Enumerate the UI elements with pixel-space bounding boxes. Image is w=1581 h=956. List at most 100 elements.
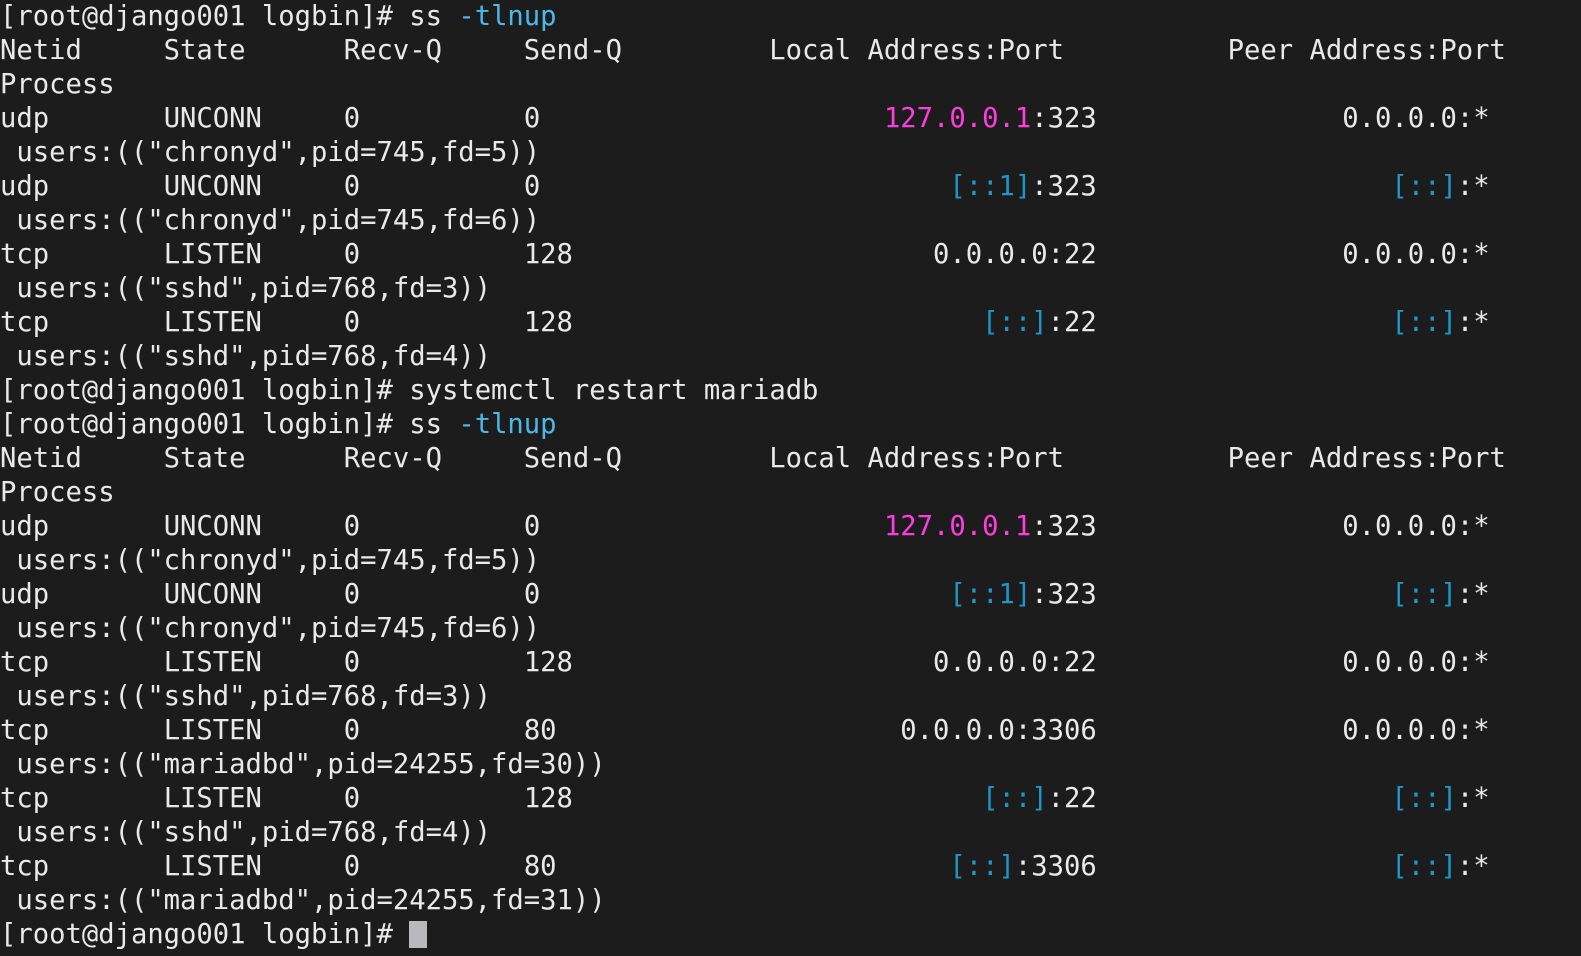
prompt-line: [root@django001 logbin]# ss -tlnup [0, 408, 1581, 442]
socket-row: tcp LISTEN 0 128 [::]:22 [::]:* [0, 306, 1581, 340]
cell-local-address: 127.0.0.1 [884, 103, 1031, 134]
cell-peer-address: 0.0.0.0 [1342, 715, 1457, 746]
cell-peer-address: 0.0.0.0 [1342, 511, 1457, 542]
command-text: ss [409, 409, 458, 440]
cell-spacer [1097, 851, 1392, 882]
cell-local-address: [::] [982, 307, 1047, 338]
cell-sendq: 0 [524, 579, 671, 610]
cell-recvq: 0 [344, 239, 524, 270]
cell-local-address: 0.0.0.0 [933, 239, 1048, 270]
cell-netid: tcp [0, 715, 164, 746]
cell-spacer [671, 647, 933, 678]
cell-netid: udp [0, 511, 164, 542]
cell-local-port: :22 [1048, 239, 1097, 270]
cell-local-address: [::1] [949, 579, 1031, 610]
cell-sendq: 0 [524, 511, 671, 542]
cell-spacer [671, 103, 884, 134]
text-cursor[interactable] [409, 921, 426, 948]
cell-recvq: 0 [344, 579, 524, 610]
header-text: Netid State Recv-Q Send-Q Local Address:… [0, 443, 1506, 474]
cell-state: LISTEN [164, 783, 344, 814]
cell-local-port: :22 [1048, 783, 1097, 814]
cell-peer-address: 0.0.0.0 [1342, 647, 1457, 678]
cell-netid: tcp [0, 783, 164, 814]
cell-spacer [671, 239, 933, 270]
output-text: users:(("chronyd",pid=745,fd=5)) [0, 137, 540, 168]
cell-local-port: :3306 [1015, 715, 1097, 746]
cell-recvq: 0 [344, 307, 524, 338]
process-users-line: users:(("mariadbd",pid=24255,fd=30)) [0, 748, 1581, 782]
cell-sendq: 80 [524, 715, 671, 746]
output-text: users:(("mariadbd",pid=24255,fd=30)) [0, 749, 606, 780]
process-users-line: users:(("chronyd",pid=745,fd=6)) [0, 204, 1581, 238]
cell-spacer [1097, 307, 1392, 338]
cell-sendq: 80 [524, 851, 671, 882]
cell-local-port: :3306 [1015, 851, 1097, 882]
output-text: users:(("chronyd",pid=745,fd=5)) [0, 545, 540, 576]
output-text: users:(("sshd",pid=768,fd=3)) [0, 681, 491, 712]
output-text: Process [0, 477, 115, 508]
cell-peer-port: :* [1457, 171, 1490, 202]
cell-spacer [1097, 579, 1392, 610]
cell-peer-address: [::] [1391, 307, 1456, 338]
cell-spacer [1097, 647, 1343, 678]
socket-row: udp UNCONN 0 0 127.0.0.1:323 0.0.0.0:* [0, 510, 1581, 544]
cell-local-port: :22 [1048, 647, 1097, 678]
terminal-screen[interactable]: [root@django001 logbin]# ss -tlnupNetid … [0, 0, 1581, 956]
socket-row: tcp LISTEN 0 80 [::]:3306 [::]:* [0, 850, 1581, 884]
cell-state: UNCONN [164, 511, 344, 542]
cell-peer-address: [::] [1391, 851, 1456, 882]
socket-row: tcp LISTEN 0 128 0.0.0.0:22 0.0.0.0:* [0, 238, 1581, 272]
cell-spacer [1097, 511, 1343, 542]
cell-netid: tcp [0, 647, 164, 678]
process-users-line: users:(("sshd",pid=768,fd=4)) [0, 340, 1581, 374]
cell-peer-port: :* [1457, 511, 1490, 542]
prompt-line-active: [root@django001 logbin]# [0, 918, 1581, 952]
shell-prompt: [root@django001 logbin]# [0, 1, 409, 32]
output-text: users:(("mariadbd",pid=24255,fd=31)) [0, 885, 606, 916]
cell-spacer [671, 579, 949, 610]
cell-netid: udp [0, 579, 164, 610]
cell-spacer [1097, 715, 1343, 746]
cell-local-address: [::1] [949, 171, 1031, 202]
cell-peer-address: [::] [1391, 579, 1456, 610]
cell-recvq: 0 [344, 851, 524, 882]
cell-state: LISTEN [164, 307, 344, 338]
cell-spacer [671, 171, 949, 202]
process-users-line: users:(("sshd",pid=768,fd=4)) [0, 816, 1581, 850]
process-users-line: users:(("mariadbd",pid=24255,fd=31)) [0, 884, 1581, 918]
cell-spacer [1097, 103, 1343, 134]
cell-netid: tcp [0, 851, 164, 882]
command-flag: -tlnup [458, 1, 556, 32]
cell-local-port: :323 [1031, 103, 1096, 134]
cell-recvq: 0 [344, 647, 524, 678]
cell-local-port: :323 [1031, 579, 1096, 610]
cell-local-port: :323 [1031, 171, 1096, 202]
cell-netid: tcp [0, 307, 164, 338]
socket-row: tcp LISTEN 0 128 [::]:22 [::]:* [0, 782, 1581, 816]
socket-row: tcp LISTEN 0 80 0.0.0.0:3306 0.0.0.0:* [0, 714, 1581, 748]
cell-local-address: 0.0.0.0 [900, 715, 1015, 746]
output-line: Process [0, 68, 1581, 102]
cell-spacer [1097, 171, 1392, 202]
cell-local-address: 0.0.0.0 [933, 647, 1048, 678]
output-text: users:(("chronyd",pid=745,fd=6)) [0, 613, 540, 644]
cell-spacer [671, 783, 982, 814]
cell-peer-port: :* [1457, 783, 1490, 814]
process-users-line: users:(("chronyd",pid=745,fd=5)) [0, 544, 1581, 578]
cell-spacer [671, 715, 900, 746]
shell-prompt: [root@django001 logbin]# [0, 375, 409, 406]
cell-state: LISTEN [164, 239, 344, 270]
cell-peer-port: :* [1457, 715, 1490, 746]
cell-state: UNCONN [164, 579, 344, 610]
socket-row: udp UNCONN 0 0 [::1]:323 [::]:* [0, 170, 1581, 204]
header-text: Netid State Recv-Q Send-Q Local Address:… [0, 35, 1506, 66]
output-text: users:(("sshd",pid=768,fd=4)) [0, 817, 491, 848]
cell-local-address: [::] [949, 851, 1014, 882]
cell-peer-port: :* [1457, 647, 1490, 678]
output-text: users:(("sshd",pid=768,fd=3)) [0, 273, 491, 304]
cell-peer-port: :* [1457, 307, 1490, 338]
process-users-line: users:(("chronyd",pid=745,fd=6)) [0, 612, 1581, 646]
cell-state: LISTEN [164, 647, 344, 678]
command-text: systemctl restart mariadb [409, 375, 818, 406]
